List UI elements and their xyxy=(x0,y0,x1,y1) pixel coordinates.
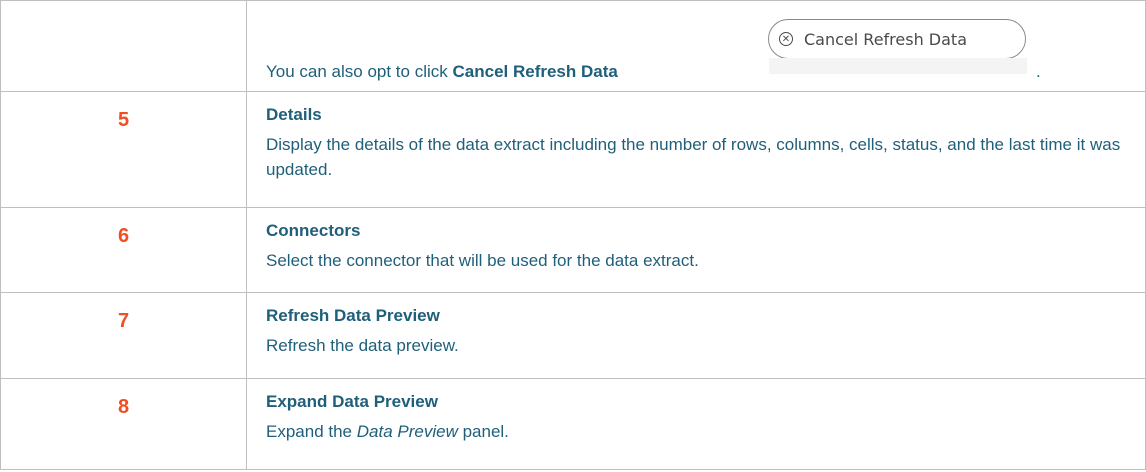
row-number: 7 xyxy=(117,310,130,332)
number-cell: 7 xyxy=(0,292,247,379)
cancel-refresh-data-label: Cancel Refresh Data xyxy=(804,29,967,49)
screenshot-shadow xyxy=(769,58,1027,74)
description-cell: Refresh Data Preview Refresh the data pr… xyxy=(246,292,1146,379)
row-number: 8 xyxy=(117,396,130,418)
doc-table: You can also opt to click Cancel Refresh… xyxy=(0,0,1146,470)
item-title: Connectors xyxy=(266,221,361,240)
description-text: You can also opt to click Cancel Refresh… xyxy=(266,62,618,82)
table-row: You can also opt to click Cancel Refresh… xyxy=(0,0,1146,92)
italic-term: Data Preview xyxy=(356,422,458,441)
number-cell: 5 xyxy=(0,91,247,208)
cancel-refresh-data-button[interactable]: ✕ Cancel Refresh Data xyxy=(768,19,1027,74)
item-title: Expand Data Preview xyxy=(266,392,438,411)
description-cell: Details Display the details of the data … xyxy=(246,91,1146,208)
number-cell: 6 xyxy=(0,207,247,293)
table-row: 7 Refresh Data Preview Refresh the data … xyxy=(0,292,1146,379)
number-cell: 8 xyxy=(0,378,247,470)
number-cell xyxy=(0,0,247,92)
cancel-circle-icon: ✕ xyxy=(779,32,793,46)
item-description: Display the details of the data extract … xyxy=(266,135,1121,179)
item-description: Expand the Data Preview panel. xyxy=(266,419,1125,444)
row-number: 5 xyxy=(117,109,130,131)
item-title: Details xyxy=(266,105,322,124)
table-row: 6 Connectors Select the connector that w… xyxy=(0,207,1146,293)
row-number xyxy=(1,1,246,18)
item-description: Refresh the data preview. xyxy=(266,336,459,355)
row-number: 6 xyxy=(117,225,130,247)
item-title: Refresh Data Preview xyxy=(266,306,440,325)
table-row: 8 Expand Data Preview Expand the Data Pr… xyxy=(0,378,1146,470)
text-suffix: panel. xyxy=(457,422,509,441)
bold-term: Cancel Refresh Data xyxy=(452,62,618,81)
description-cell: You can also opt to click Cancel Refresh… xyxy=(246,0,1146,92)
table-row: 5 Details Display the details of the dat… xyxy=(0,91,1146,208)
description-cell: Connectors Select the connector that wil… xyxy=(246,207,1146,293)
item-description: Select the connector that will be used f… xyxy=(266,251,699,270)
description-cell: Expand Data Preview Expand the Data Prev… xyxy=(246,378,1146,470)
text-prefix: You can also opt to click xyxy=(266,62,453,81)
text-suffix: . xyxy=(1036,62,1041,81)
text-prefix: Expand the xyxy=(266,422,357,441)
